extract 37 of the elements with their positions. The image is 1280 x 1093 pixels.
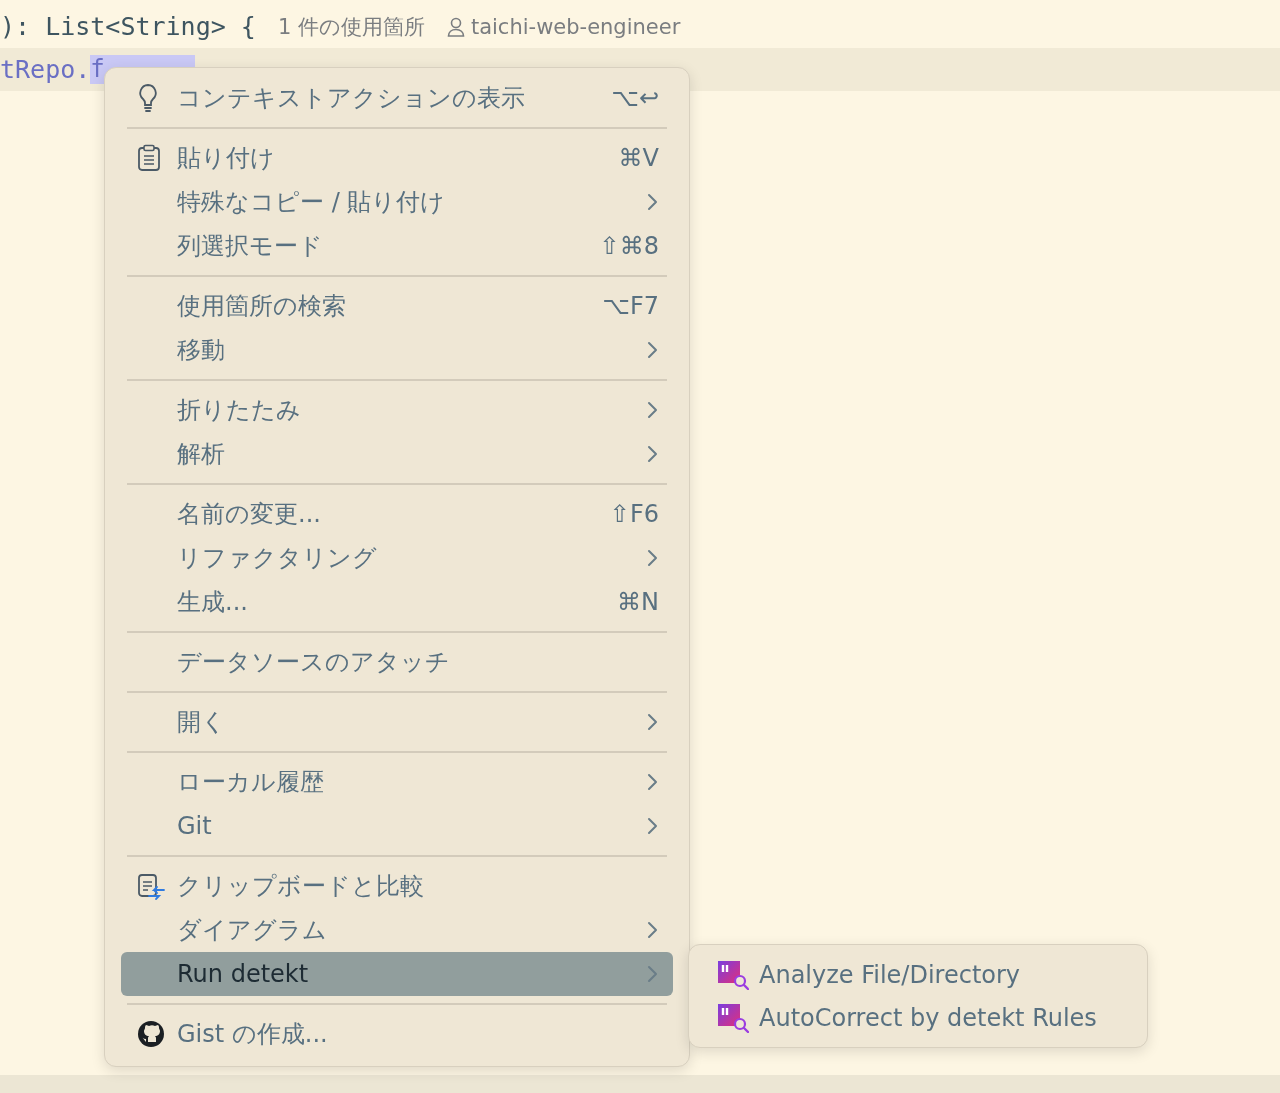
menu-item[interactable]: 列選択モード ⇧⌘8 (121, 224, 673, 268)
author-hint[interactable]: taichi-web-engineer (470, 14, 681, 39)
code-text: tRepo. (0, 55, 91, 84)
menu-item[interactable]: ローカル履歴 (121, 760, 673, 804)
menu-item[interactable]: データソースのアタッチ (121, 640, 673, 684)
shortcut-text: ⌥F7 (602, 292, 659, 320)
detekt-icon (717, 959, 749, 990)
usages-hint[interactable]: 1 件の使用箇所 (277, 12, 425, 41)
menu-item[interactable]: 使用箇所の検索 ⌥F7 (121, 284, 673, 328)
menu-item[interactable]: 折りたたみ (121, 388, 673, 432)
submenu-item[interactable]: Analyze File/Directory (701, 953, 1135, 996)
clipboard-compare-icon (137, 871, 165, 901)
menu-item[interactable]: Run detekt (121, 952, 673, 996)
lightbulb-icon (137, 83, 159, 113)
menu-item[interactable]: 貼り付け ⌘V (121, 136, 673, 180)
submenu-item[interactable]: AutoCorrect by detekt Rules (701, 996, 1135, 1039)
shortcut-text: ⌘N (617, 588, 659, 616)
shortcut-text: ⇧⌘8 (599, 232, 659, 260)
menu-item[interactable]: クリップボードと比較 (121, 864, 673, 908)
code-text: ): List<String> { (0, 12, 256, 41)
menu-item[interactable]: リファクタリング (121, 536, 673, 580)
menu-item[interactable]: 解析 (121, 432, 673, 476)
menu-item[interactable]: 名前の変更... ⇧F6 (121, 492, 673, 536)
menu-item[interactable]: 移動 (121, 328, 673, 372)
menu-item[interactable]: 開く (121, 700, 673, 744)
shortcut-text: ⌘V (618, 144, 659, 172)
menu-item[interactable]: 生成... ⌘N (121, 580, 673, 624)
detekt-icon (717, 1002, 749, 1033)
person-icon (446, 16, 465, 37)
menu-item[interactable]: Gist の作成... (121, 1012, 673, 1056)
github-icon (137, 1020, 165, 1048)
shortcut-text: ⇧F6 (609, 500, 659, 528)
menu-item[interactable]: Git (121, 804, 673, 848)
menu-item[interactable]: 特殊なコピー / 貼り付け (121, 180, 673, 224)
clipboard-icon (137, 144, 161, 172)
shortcut-text: ⌥↩ (611, 84, 659, 112)
menu-item[interactable]: ダイアグラム (121, 908, 673, 952)
